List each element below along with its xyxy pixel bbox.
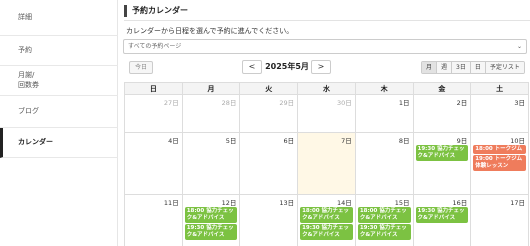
view-switcher: 月 週 3日 日 予定リスト bbox=[421, 61, 525, 74]
calendar-week-row: 4日 5日 6日 7日 8日 9日 19:30 協力チェック&アドバイス 10日 18:00 ト… bbox=[124, 132, 529, 195]
calendar-day-cell[interactable]: 12日 18:00 協力チェック&アドバイス 19:30 協力チェック&アドバイス bbox=[181, 194, 241, 246]
view-day-button[interactable]: 日 bbox=[470, 62, 486, 73]
calendar-day-cell[interactable]: 13日 bbox=[239, 194, 299, 246]
calendar-day-cell[interactable]: 17日 bbox=[470, 194, 529, 246]
weekday-header: 金 bbox=[412, 82, 472, 95]
title-divider bbox=[124, 20, 530, 21]
sidebar-item-label: 月謝/ 回数券 bbox=[18, 70, 39, 89]
chevron-down-icon: ⌄ bbox=[516, 43, 522, 50]
sidebar-item-label: カレンダー bbox=[18, 137, 53, 146]
sidebar-item-tickets[interactable]: 月謝/ 回数券 bbox=[0, 66, 118, 96]
day-number: 3日 bbox=[514, 99, 525, 107]
calendar-day-cell[interactable]: 15日 18:00 協力チェック&アドバイス 19:30 協力チェック&アドバイス bbox=[354, 194, 414, 246]
view-month-button[interactable]: 月 bbox=[422, 62, 438, 73]
day-number: 16日 bbox=[452, 199, 468, 207]
calendar-day-cell[interactable]: 27日 bbox=[124, 94, 183, 133]
calendar-day-cell[interactable]: 30日 bbox=[297, 94, 356, 133]
calendar-day-cell[interactable]: 16日 19:30 協力チェック&アドバイス bbox=[412, 194, 472, 246]
weekday-header: 木 bbox=[354, 82, 414, 95]
calendar-event[interactable]: 18:00 協力チェック&アドバイス bbox=[357, 207, 411, 223]
sidebar-item-label: 予約 bbox=[18, 45, 32, 54]
calendar-day-cell[interactable]: 6日 bbox=[239, 132, 299, 195]
next-month-button[interactable]: > bbox=[311, 60, 331, 74]
weekday-header: 月 bbox=[181, 82, 241, 95]
weekday-header: 土 bbox=[470, 82, 529, 95]
calendar-day-cell[interactable]: 10日 18:00 トークジム 19:00 トークジム体験レッスン bbox=[470, 132, 529, 195]
day-number: 6日 bbox=[283, 137, 295, 145]
weekday-header: 火 bbox=[239, 82, 299, 95]
day-number: 30日 bbox=[337, 99, 352, 107]
calendar-day-cell[interactable]: 11日 bbox=[124, 194, 183, 246]
calendar-day-cell[interactable]: 8日 bbox=[354, 132, 414, 195]
view-list-button[interactable]: 予定リスト bbox=[485, 62, 524, 73]
weekday-header: 水 bbox=[297, 82, 356, 95]
select-value: すべての予約ページ bbox=[128, 43, 182, 50]
sidebar-item-blog[interactable]: ブログ bbox=[0, 96, 118, 128]
weekday-header: 日 bbox=[124, 82, 183, 95]
view-3day-button[interactable]: 3日 bbox=[452, 62, 471, 73]
reservation-page-select[interactable]: すべての予約ページ ⌄ bbox=[123, 39, 527, 54]
day-number: 17日 bbox=[510, 199, 525, 207]
day-number: 13日 bbox=[279, 199, 295, 207]
calendar-day-cell[interactable]: 7日 bbox=[297, 132, 356, 195]
weekday-header-row: 日 月 火 水 木 金 土 bbox=[124, 82, 529, 95]
calendar-event[interactable]: 18:00 トークジム bbox=[473, 145, 526, 154]
calendar-day-cell[interactable]: 28日 bbox=[181, 94, 241, 133]
day-number: 1日 bbox=[398, 99, 410, 107]
page-subtitle: カレンダーから日程を選んで予約に進んでください。 bbox=[126, 27, 294, 35]
day-number: 27日 bbox=[163, 99, 179, 107]
day-number: 2日 bbox=[456, 99, 468, 107]
sidebar-item-label: 詳細 bbox=[18, 12, 32, 21]
sidebar: 詳細 予約 月謝/ 回数券 ブログ カレンダー bbox=[0, 0, 118, 246]
calendar-event[interactable]: 19:30 協力チェック&アドバイス bbox=[415, 207, 469, 223]
calendar-event[interactable]: 19:30 協力チェック&アドバイス bbox=[184, 224, 238, 240]
day-number: 29日 bbox=[279, 99, 295, 107]
calendar-week-row: 27日 28日 29日 30日 1日 2日 3日 bbox=[124, 94, 529, 133]
day-number: 11日 bbox=[163, 199, 179, 207]
day-number: 8日 bbox=[398, 137, 410, 145]
day-number: 7日 bbox=[341, 137, 352, 145]
calendar-day-cell[interactable]: 4日 bbox=[124, 132, 183, 195]
month-calendar: 日 月 火 水 木 金 土 27日 28日 29日 30日 1日 2日 3日 4日 5日 6日 7日… bbox=[124, 82, 529, 246]
calendar-day-cell[interactable]: 14日 18:00 協力チェック&アドバイス 19:30 協力チェック&アドバイス bbox=[297, 194, 356, 246]
day-number: 14日 bbox=[337, 199, 352, 207]
calendar-day-cell[interactable]: 9日 19:30 協力チェック&アドバイス bbox=[412, 132, 472, 195]
sidebar-item-label: ブログ bbox=[18, 106, 39, 115]
day-number: 4日 bbox=[168, 137, 179, 145]
calendar-day-cell[interactable]: 5日 bbox=[181, 132, 241, 195]
calendar-event[interactable]: 19:30 協力チェック&アドバイス bbox=[357, 224, 411, 240]
day-number: 5日 bbox=[225, 137, 237, 145]
day-number: 10日 bbox=[510, 137, 525, 145]
calendar-event[interactable]: 18:00 協力チェック&アドバイス bbox=[300, 207, 353, 223]
calendar-day-cell[interactable]: 29日 bbox=[239, 94, 299, 133]
day-number: 9日 bbox=[456, 137, 468, 145]
sidebar-item-details[interactable]: 詳細 bbox=[0, 0, 118, 36]
day-number: 15日 bbox=[394, 199, 410, 207]
today-button[interactable]: 今日 bbox=[129, 61, 153, 74]
sidebar-item-calendar[interactable]: カレンダー bbox=[0, 128, 118, 158]
calendar-day-cell[interactable]: 2日 bbox=[412, 94, 472, 133]
prev-month-button[interactable]: < bbox=[242, 60, 262, 74]
calendar-event[interactable]: 18:00 協力チェック&アドバイス bbox=[184, 207, 238, 223]
month-title: 2025年5月 bbox=[265, 62, 309, 71]
day-number: 28日 bbox=[221, 99, 237, 107]
sidebar-item-reservation[interactable]: 予約 bbox=[0, 36, 118, 66]
calendar-week-row: 11日 12日 18:00 協力チェック&アドバイス 19:30 協力チェック&アドバ… bbox=[124, 194, 529, 246]
calendar-event[interactable]: 19:30 協力チェック&アドバイス bbox=[415, 145, 469, 161]
calendar-event[interactable]: 19:30 協力チェック&アドバイス bbox=[300, 224, 353, 240]
view-week-button[interactable]: 週 bbox=[437, 62, 453, 73]
calendar-day-cell[interactable]: 1日 bbox=[354, 94, 414, 133]
calendar-event[interactable]: 19:00 トークジム体験レッスン bbox=[473, 155, 526, 171]
page-title: 予約カレンダー bbox=[124, 5, 188, 17]
day-number: 12日 bbox=[221, 199, 237, 207]
calendar-day-cell[interactable]: 3日 bbox=[470, 94, 529, 133]
